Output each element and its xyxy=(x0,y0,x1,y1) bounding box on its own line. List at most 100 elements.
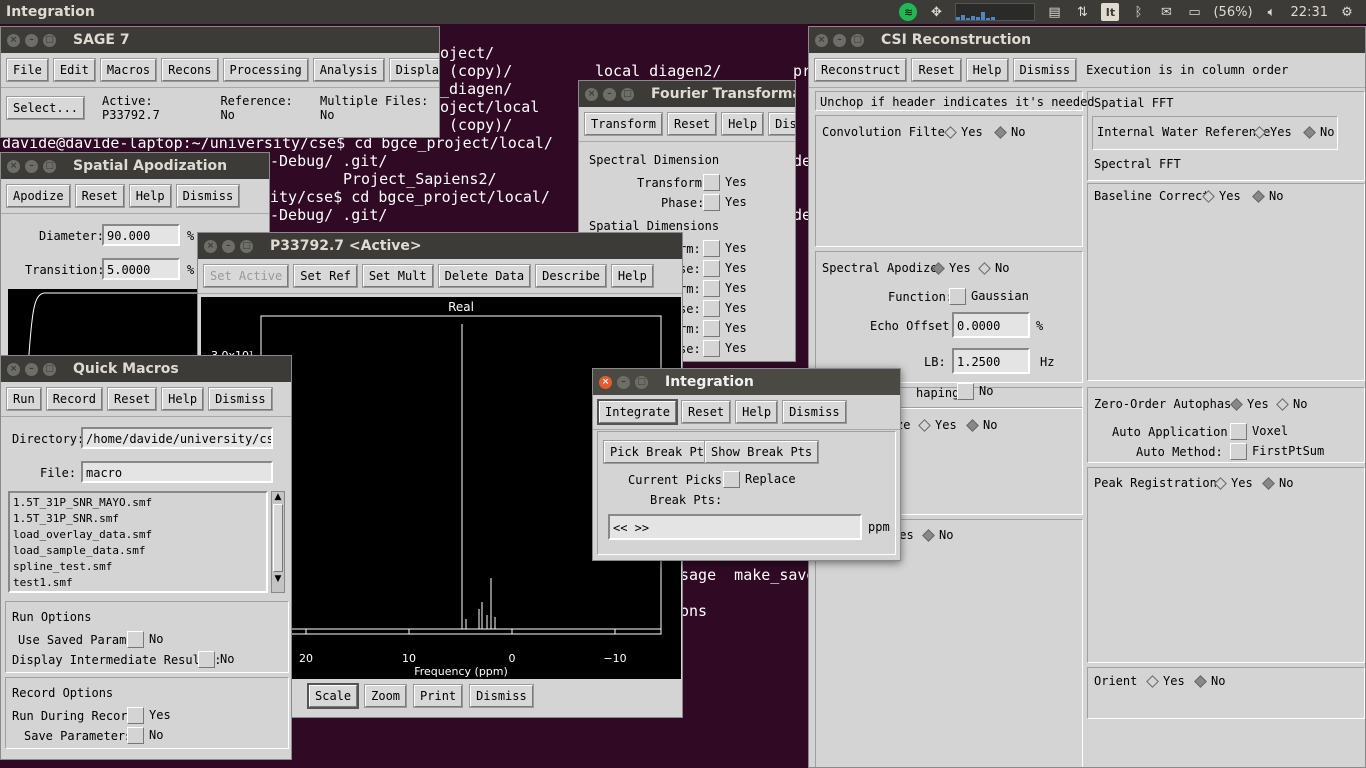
print-button[interactable]: Print xyxy=(414,685,463,707)
volume-icon[interactable]: 🔈︎ xyxy=(1263,3,1281,21)
show-break-points-button[interactable]: Show Break Pts xyxy=(705,441,819,463)
data-titlebar[interactable]: × – □ P33792.7 <Active> xyxy=(198,233,682,259)
sage-titlebar[interactable]: × – □ SAGE 7 xyxy=(1,27,439,53)
display-intermediate-checkbox[interactable]: No xyxy=(198,651,234,668)
maximize-icon[interactable]: □ xyxy=(43,33,56,47)
dismiss-button[interactable]: Dismiss xyxy=(470,685,533,707)
lower-no-radio[interactable]: No xyxy=(920,528,953,542)
reset-button[interactable]: Reset xyxy=(682,401,731,423)
zero-order-no-radio[interactable]: No xyxy=(1274,397,1307,411)
set-ref-button[interactable]: Set Ref xyxy=(294,265,357,287)
minimize-icon[interactable]: – xyxy=(833,33,846,47)
zero-order-yes-radio[interactable]: Yes xyxy=(1228,397,1269,411)
baseline-no-radio[interactable]: No xyxy=(1250,189,1283,203)
list-item[interactable]: 1.5T_31P_SNR.smf xyxy=(13,511,263,527)
orient-yes-radio[interactable]: Yes xyxy=(1144,674,1185,688)
csi-titlebar[interactable]: × – □ CSI Reconstruction xyxy=(809,27,1365,53)
keyboard-layout-icon[interactable]: It xyxy=(1101,3,1120,21)
baseline-yes-radio[interactable]: Yes xyxy=(1200,189,1241,203)
processing-menu[interactable]: Processing xyxy=(223,59,308,81)
dismiss-button[interactable]: Dismiss xyxy=(209,388,272,410)
maximize-icon[interactable]: □ xyxy=(621,87,634,101)
maximize-icon[interactable]: □ xyxy=(43,159,56,173)
delete-data-button[interactable]: Delete Data xyxy=(438,265,531,287)
transition-field[interactable]: 5.0000 xyxy=(102,258,180,280)
macros-titlebar[interactable]: × – □ Quick Macros xyxy=(1,356,291,382)
close-icon[interactable]: × xyxy=(7,33,20,47)
recons-menu[interactable]: Recons xyxy=(162,59,218,81)
spatial-checkbox[interactable]: Yes xyxy=(703,300,747,317)
maximize-icon[interactable]: □ xyxy=(43,362,56,376)
dismiss-button[interactable]: Dismiss xyxy=(783,401,846,423)
bluetooth-icon[interactable]: ᛒ xyxy=(1129,3,1147,21)
pick-break-points-button[interactable]: Pick Break Pts xyxy=(604,441,718,463)
set-active-button[interactable]: Set Active xyxy=(204,265,289,287)
use-saved-checkbox[interactable]: No xyxy=(127,631,163,648)
macros-menu[interactable]: Macros xyxy=(100,59,157,81)
file-field[interactable]: macro xyxy=(81,461,273,483)
spatial-checkbox[interactable]: Yes xyxy=(703,320,747,337)
close-icon[interactable]: × xyxy=(7,362,20,376)
maximize-icon[interactable]: □ xyxy=(635,375,648,389)
integrate-button[interactable]: Integrate xyxy=(599,401,677,423)
maximize-icon[interactable]: □ xyxy=(851,33,864,47)
spatial-checkbox[interactable]: Yes xyxy=(703,340,747,357)
reset-button[interactable]: Reset xyxy=(912,59,961,81)
scale-button[interactable]: Scale xyxy=(309,685,358,707)
shaping-checkbox[interactable]: No xyxy=(957,383,993,400)
minimize-icon[interactable]: – xyxy=(25,362,38,376)
phase-checkbox[interactable]: Yes xyxy=(703,194,747,211)
list-item[interactable]: spline_test.smf xyxy=(13,559,263,575)
transform-button[interactable]: Transform xyxy=(585,113,663,135)
display-menu[interactable]: Display xyxy=(389,59,439,81)
close-icon[interactable]: × xyxy=(7,159,20,173)
system-monitor-graph[interactable] xyxy=(955,3,1036,21)
echo-offset-field[interactable]: 0.0000 xyxy=(952,312,1030,338)
help-button[interactable]: Help xyxy=(722,113,764,135)
reset-button[interactable]: Reset xyxy=(668,113,717,135)
maximize-icon[interactable]: □ xyxy=(240,239,253,253)
run-during-record-checkbox[interactable]: Yes xyxy=(127,707,171,724)
close-icon[interactable]: × xyxy=(599,375,612,389)
list-item[interactable]: load_sample_data.smf xyxy=(13,543,263,559)
scroll-down-icon[interactable]: ▼ xyxy=(272,574,284,584)
convolution-yes-radio[interactable]: Yes xyxy=(942,125,983,139)
apodize-button[interactable]: Apodize xyxy=(7,185,70,207)
reset-button[interactable]: Reset xyxy=(108,388,157,410)
apod-titlebar[interactable]: × – □ Spatial Apodization xyxy=(1,153,269,179)
list-item[interactable]: test1.smf xyxy=(13,575,263,591)
zoom-button[interactable]: Zoom xyxy=(365,685,407,707)
minimize-icon[interactable]: – xyxy=(603,87,616,101)
macro-file-list[interactable]: 1.5T_31P_SNR_MAYO.smf 1.5T_31P_SNR.smf l… xyxy=(8,491,268,593)
list-item[interactable]: 1.5T_31P_SNR_MAYO.smf xyxy=(13,495,263,511)
dropbox-icon[interactable]: ✥ xyxy=(927,3,945,21)
close-icon[interactable]: × xyxy=(585,87,598,101)
help-button[interactable]: Help xyxy=(611,265,653,287)
clock[interactable]: 22:31 xyxy=(1291,5,1328,20)
dismiss-button[interactable]: Dismiss xyxy=(176,185,240,207)
fourier-titlebar[interactable]: × – □ Fourier Transforma xyxy=(579,81,795,107)
integration-titlebar[interactable]: × – □ Integration xyxy=(593,369,900,395)
set-mult-button[interactable]: Set Mult xyxy=(362,265,433,287)
clipboard-icon[interactable]: ▤ xyxy=(1045,3,1063,21)
list-scrollbar[interactable]: ▲ ▼ xyxy=(271,491,285,593)
reset-button[interactable]: Reset xyxy=(75,185,124,207)
run-button[interactable]: Run xyxy=(7,388,41,410)
internal-water-yes-radio[interactable]: Yes xyxy=(1251,125,1292,139)
battery-icon[interactable]: ▭ xyxy=(1185,3,1203,21)
select-button[interactable]: Select... xyxy=(7,97,85,119)
ze-yes-radio[interactable]: Yes xyxy=(916,418,957,432)
minimize-icon[interactable]: – xyxy=(617,375,630,389)
mail-icon[interactable]: ✉ xyxy=(1157,3,1175,21)
transform-checkbox[interactable]: Yes xyxy=(703,174,747,191)
break-points-field[interactable]: << >> xyxy=(608,514,862,540)
reconstruct-button[interactable]: Reconstruct xyxy=(815,59,907,81)
spatial-checkbox[interactable]: Yes xyxy=(703,280,747,297)
spectral-apodize-no-radio[interactable]: No xyxy=(976,261,1009,275)
scroll-up-icon[interactable]: ▲ xyxy=(272,492,284,502)
gear-icon[interactable]: ⚙ xyxy=(1338,3,1356,21)
directory-field[interactable]: /home/davide/university/cse/it xyxy=(81,427,273,449)
minimize-icon[interactable]: – xyxy=(25,159,38,173)
auto-application-selector[interactable]: Voxel xyxy=(1230,423,1288,440)
convolution-no-radio[interactable]: No xyxy=(992,125,1025,139)
